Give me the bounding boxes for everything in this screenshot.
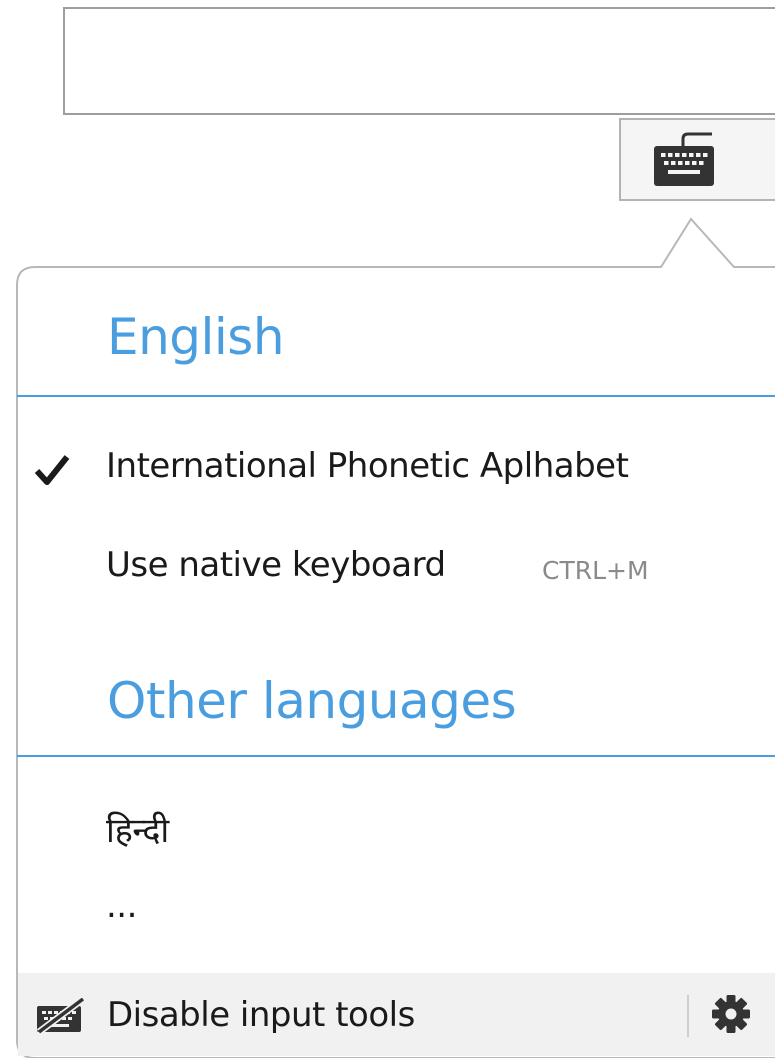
disable-input-tools-label: Disable input tools (107, 995, 415, 1035)
settings-button[interactable] (701, 989, 761, 1041)
menu-item-native-keyboard[interactable]: Use native keyboard CTRL+M (17, 535, 775, 599)
input-tools-button[interactable] (619, 118, 775, 201)
menu-item-label: International Phonetic Aplhabet (106, 446, 629, 486)
checkmark-icon (34, 455, 70, 485)
disable-input-tools-button[interactable]: Disable input tools (18, 973, 678, 1056)
shortcut-hint: CTRL+M (542, 556, 649, 585)
section-heading-english: English (107, 308, 285, 366)
section-divider (17, 755, 775, 757)
text-input[interactable] (63, 7, 775, 115)
menu-item-ipa[interactable]: International Phonetic Aplhabet (17, 436, 775, 500)
menu-item-hindi[interactable]: हिन्दी (17, 796, 775, 860)
keyboard-disabled-icon (36, 998, 86, 1034)
section-divider (17, 395, 775, 397)
section-heading-other-languages: Other languages (107, 672, 517, 730)
footer-separator (687, 995, 689, 1037)
keyboard-icon (654, 132, 714, 186)
gear-icon (712, 995, 750, 1033)
menu-item-label: Use native keyboard (106, 545, 446, 585)
menu-item-label: हिन्दी (106, 811, 169, 851)
menu-item-label: ... (106, 886, 137, 926)
menu-item-more-languages[interactable]: ... (17, 876, 775, 940)
popup-footer: Disable input tools (18, 973, 775, 1056)
